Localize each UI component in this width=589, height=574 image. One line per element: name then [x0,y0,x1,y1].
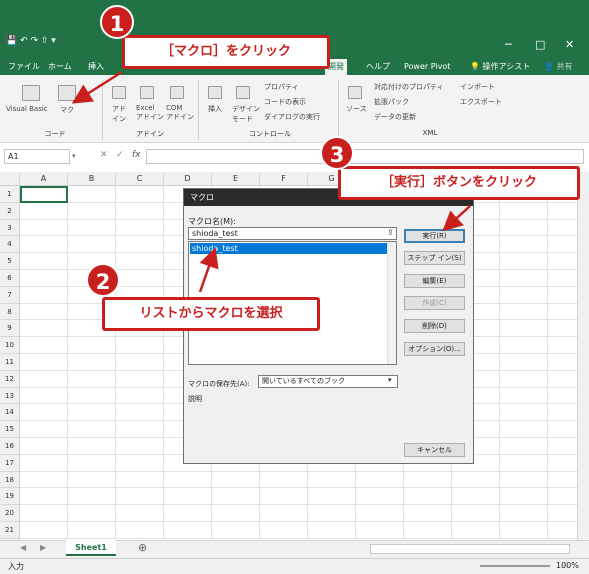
step-badge-3: 3 [320,136,354,170]
callout-2: リストからマクロを選択 [102,297,320,331]
step-badge-1: 1 [100,5,134,39]
callout-3: ［実行］ボタンをクリック [338,166,580,200]
arrow-2 [198,247,219,293]
step-badge-2: 2 [86,263,120,297]
arrow-3 [442,205,471,232]
arrow-1 [71,70,123,104]
callout-1: ［マクロ］をクリック [122,35,330,69]
